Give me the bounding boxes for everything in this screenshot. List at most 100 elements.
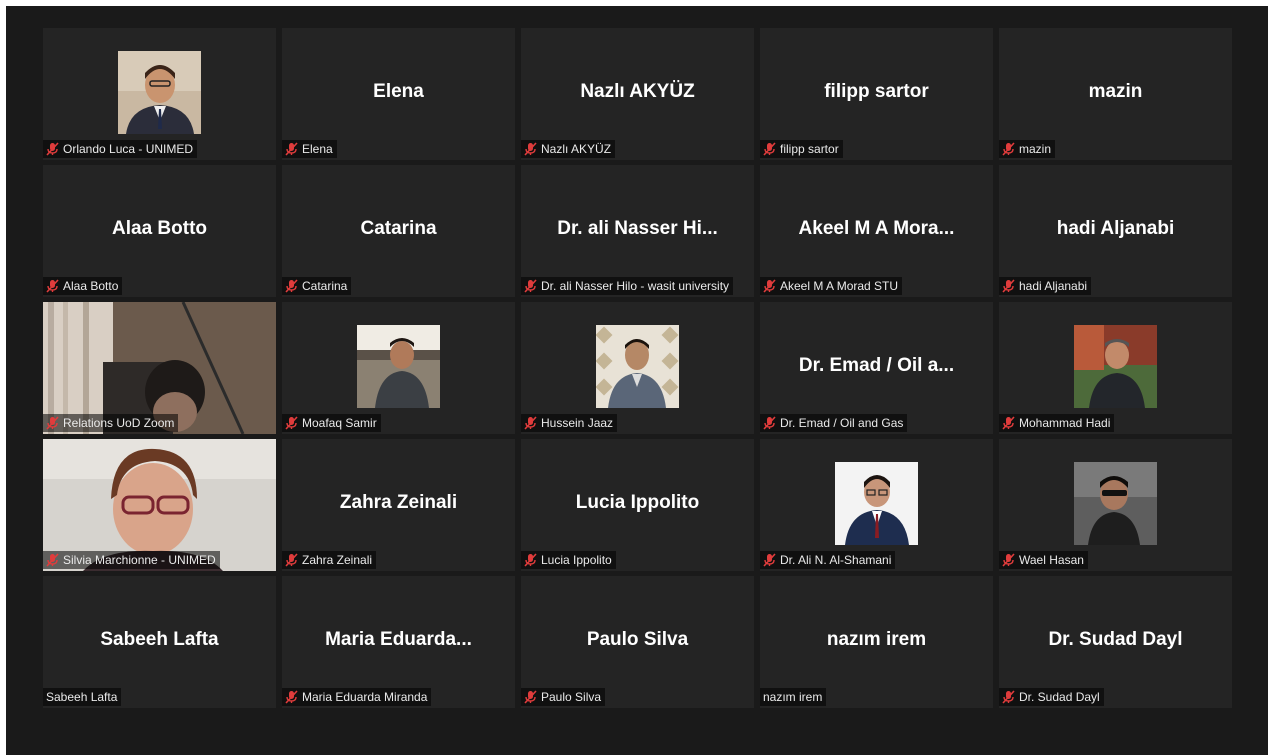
participant-label-text: Dr. ali Nasser Hilo - wasit university (541, 279, 730, 293)
participant-avatar-photo (1074, 325, 1157, 408)
participant-tile[interactable]: Paulo Silva Paulo Silva (521, 576, 754, 708)
muted-mic-icon (524, 690, 537, 704)
participant-name-label: Alaa Botto (43, 277, 123, 295)
participant-display-name: Nazlı AKYÜZ (580, 81, 695, 102)
participant-name-label: Silvia Marchionne - UNIMED (43, 551, 220, 569)
participant-label-text: Dr. Sudad Dayl (1019, 690, 1100, 704)
participant-label-text: Dr. Emad / Oil and Gas (780, 416, 904, 430)
participant-display-name: Dr. Emad / Oil a... (798, 355, 955, 376)
participant-label-text: Catarina (302, 279, 348, 293)
participant-name-label: Catarina (282, 277, 352, 295)
participant-label-text: Lucia Ippolito (541, 553, 612, 567)
participant-display-name: filipp sartor (824, 81, 929, 102)
participant-tile[interactable]: Relations UoD Zoom (43, 302, 276, 434)
participant-label-text: Dr. Ali N. Al-Shamani (780, 553, 892, 567)
participant-display-name: Dr. ali Nasser Hi... (557, 218, 718, 239)
participant-tile[interactable]: Akeel M A Mora... Akeel M A Morad STU (760, 165, 993, 297)
muted-mic-icon (1002, 690, 1015, 704)
participant-name-label: Orlando Luca - UNIMED (43, 140, 198, 158)
participant-display-name: Zahra Zeinali (339, 492, 458, 513)
participant-name-label: Dr. ali Nasser Hilo - wasit university (521, 277, 734, 295)
participant-name-label: Hussein Jaaz (521, 414, 618, 432)
muted-mic-icon (1002, 553, 1015, 567)
participant-name-label: filipp sartor (760, 140, 843, 158)
participant-label-text: Nazlı AKYÜZ (541, 142, 612, 156)
participant-label-text: Alaa Botto (63, 279, 119, 293)
muted-mic-icon (524, 142, 537, 156)
participant-avatar-photo (595, 325, 679, 408)
participant-tile[interactable]: Moafaq Samir (282, 302, 515, 434)
muted-mic-icon (285, 690, 298, 704)
participant-grid: Orlando Luca - UNIMED Elena Elena Nazlı AKY… (43, 28, 1232, 708)
participant-name-label: Nazlı AKYÜZ (521, 140, 616, 158)
participant-tile[interactable]: Alaa Botto Alaa Botto (43, 165, 276, 297)
participant-tile[interactable]: Mohammad Hadi (999, 302, 1232, 434)
participant-avatar-photo (835, 462, 918, 545)
participant-label-text: Relations UoD Zoom (63, 416, 175, 430)
participant-display-name: Paulo Silva (586, 629, 689, 650)
participant-name-label: Zahra Zeinali (282, 551, 377, 569)
participant-name-label: Lucia Ippolito (521, 551, 616, 569)
participant-label-text: filipp sartor (780, 142, 839, 156)
participant-name-label: hadi Aljanabi (999, 277, 1092, 295)
participant-tile[interactable]: Zahra Zeinali Zahra Zeinali (282, 439, 515, 571)
muted-mic-icon (524, 416, 537, 430)
participant-tile[interactable]: Dr. Sudad Dayl Dr. Sudad Dayl (999, 576, 1232, 708)
participant-name-label: Akeel M A Morad STU (760, 277, 903, 295)
participant-tile[interactable]: Silvia Marchionne - UNIMED (43, 439, 276, 571)
participant-display-name: mazin (1088, 81, 1143, 102)
participant-tile[interactable]: mazin mazin (999, 28, 1232, 160)
muted-mic-icon (285, 416, 298, 430)
muted-mic-icon (285, 142, 298, 156)
participant-tile[interactable]: Dr. ali Nasser Hi... Dr. ali Nasser Hilo … (521, 165, 754, 297)
participant-tile[interactable]: Orlando Luca - UNIMED (43, 28, 276, 160)
muted-mic-icon (1002, 416, 1015, 430)
participant-tile[interactable]: Dr. Ali N. Al-Shamani (760, 439, 993, 571)
participant-label-text: Moafaq Samir (302, 416, 377, 430)
participant-tile[interactable]: Sabeeh Lafta Sabeeh Lafta (43, 576, 276, 708)
participant-label-text: Paulo Silva (541, 690, 602, 704)
participant-display-name: Elena (373, 81, 424, 102)
muted-mic-icon (524, 553, 537, 567)
muted-mic-icon (46, 279, 59, 293)
participant-label-text: Silvia Marchionne - UNIMED (63, 553, 216, 567)
participant-display-name: Dr. Sudad Dayl (1048, 629, 1183, 650)
participant-tile[interactable]: Wael Hasan (999, 439, 1232, 571)
participant-label-text: Zahra Zeinali (302, 553, 373, 567)
zoom-gallery-window: Orlando Luca - UNIMED Elena Elena Nazlı AKY… (6, 6, 1268, 755)
participant-tile[interactable]: filipp sartor filipp sartor (760, 28, 993, 160)
muted-mic-icon (763, 142, 776, 156)
muted-mic-icon (46, 416, 59, 430)
participant-tile[interactable]: Nazlı AKYÜZ Nazlı AKYÜZ (521, 28, 754, 160)
participant-tile[interactable]: Lucia Ippolito Lucia Ippolito (521, 439, 754, 571)
participant-tile[interactable]: Maria Eduarda... Maria Eduarda Miranda (282, 576, 515, 708)
participant-name-label: Mohammad Hadi (999, 414, 1115, 432)
participant-tile[interactable]: Dr. Emad / Oil a... Dr. Emad / Oil and Ga… (760, 302, 993, 434)
participant-avatar-photo (1074, 462, 1157, 545)
participant-tile[interactable]: hadi Aljanabi hadi Aljanabi (999, 165, 1232, 297)
participant-display-name: Maria Eduarda... (325, 629, 472, 650)
muted-mic-icon (285, 279, 298, 293)
participant-label-text: nazım irem (763, 690, 823, 704)
muted-mic-icon (1002, 142, 1015, 156)
participant-name-label: Maria Eduarda Miranda (282, 688, 432, 706)
participant-label-text: Hussein Jaaz (541, 416, 614, 430)
participant-label-text: Elena (302, 142, 333, 156)
muted-mic-icon (285, 553, 298, 567)
participant-name-label: Elena (282, 140, 337, 158)
participant-tile[interactable]: Catarina Catarina (282, 165, 515, 297)
participant-name-label: Dr. Ali N. Al-Shamani (760, 551, 896, 569)
participant-name-label: Dr. Sudad Dayl (999, 688, 1104, 706)
participant-display-name: Catarina (360, 218, 437, 239)
muted-mic-icon (763, 279, 776, 293)
muted-mic-icon (46, 553, 59, 567)
participant-tile[interactable]: nazım irem nazım irem (760, 576, 993, 708)
muted-mic-icon (46, 142, 59, 156)
muted-mic-icon (524, 279, 537, 293)
participant-label-text: Wael Hasan (1019, 553, 1084, 567)
participant-tile[interactable]: Hussein Jaaz (521, 302, 754, 434)
participant-display-name: Lucia Ippolito (575, 492, 700, 513)
participant-label-text: Mohammad Hadi (1019, 416, 1111, 430)
participant-tile[interactable]: Elena Elena (282, 28, 515, 160)
participant-name-label: nazım irem (760, 688, 827, 706)
